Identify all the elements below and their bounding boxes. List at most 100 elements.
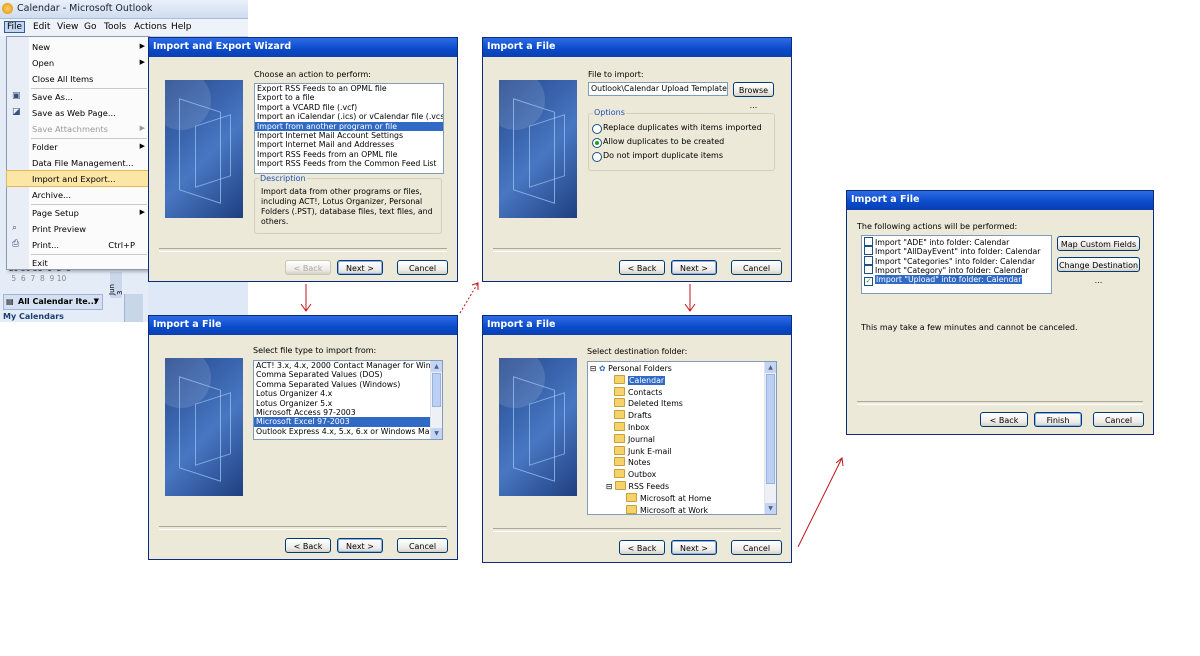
- cancel-button[interactable]: Cancel: [397, 260, 448, 275]
- import-action-item[interactable]: Import "Categories" into folder: Calenda…: [862, 255, 1051, 266]
- menu-item-save-as[interactable]: ▣ Save As...: [7, 89, 149, 104]
- scroll-down-icon[interactable]: ▼: [765, 503, 776, 514]
- next-button[interactable]: Next >: [671, 260, 717, 275]
- file-type-item[interactable]: Lotus Organizer 5.x: [254, 399, 430, 408]
- scroll-thumb[interactable]: [766, 374, 775, 484]
- menu-item-close-all-items[interactable]: Close All Items: [7, 71, 149, 86]
- folder-tree-scrollbar[interactable]: ▲ ▼: [764, 362, 776, 514]
- folder-tree-item[interactable]: Inbox: [590, 421, 764, 434]
- folder-tree-item[interactable]: Microsoft at Home: [590, 492, 764, 505]
- action-list-item[interactable]: Export to a file: [255, 93, 443, 102]
- no-duplicates-radio[interactable]: [592, 152, 602, 162]
- action-list-item[interactable]: Import Internet Mail and Addresses: [255, 140, 443, 149]
- menu-file[interactable]: File: [4, 21, 26, 33]
- action-checkbox[interactable]: [864, 246, 873, 256]
- replace-duplicates-radio[interactable]: [592, 124, 602, 134]
- cancel-button[interactable]: Cancel: [397, 538, 448, 553]
- import-action-item[interactable]: Import "ADE" into folder: Calendar: [862, 237, 1051, 247]
- tree-root-personal-folders[interactable]: ⊟ ✿ Personal Folders: [590, 364, 764, 375]
- finish-button[interactable]: Finish: [1034, 412, 1082, 427]
- folder-tree-item[interactable]: Outbox: [590, 469, 764, 481]
- menu-item-new[interactable]: New ▶: [7, 39, 149, 54]
- menu-item-data-file-management[interactable]: Data File Management...: [7, 155, 149, 170]
- allow-duplicates-radio[interactable]: [592, 138, 602, 148]
- action-list[interactable]: Export RSS Feeds to an OPML file Export t…: [254, 83, 444, 174]
- folder-tree-item[interactable]: Contacts: [590, 386, 764, 399]
- menu-item-page-setup[interactable]: Page Setup ▶: [7, 205, 149, 220]
- import-action-item[interactable]: ✓ Import "Upload" into folder: Calendar: [862, 274, 1051, 286]
- menu-help[interactable]: Help: [171, 22, 192, 32]
- browse-button[interactable]: Browse ...: [733, 82, 774, 110]
- action-list-item[interactable]: Import a VCARD file (.vcf): [255, 103, 443, 112]
- scroll-thumb[interactable]: [432, 373, 441, 407]
- back-button[interactable]: < Back: [285, 260, 331, 275]
- menu-item-print-preview[interactable]: ⌕ Print Preview: [7, 221, 149, 236]
- menu-view[interactable]: View: [57, 22, 78, 32]
- folder-tree-item[interactable]: Journal: [590, 433, 764, 446]
- menu-go[interactable]: Go: [84, 22, 96, 32]
- back-button[interactable]: < Back: [619, 260, 665, 275]
- import-action-item[interactable]: Import "Category" into folder: Calendar: [862, 265, 1051, 275]
- file-type-item[interactable]: ACT! 3.x, 4.x, 2000 Contact Manager for …: [254, 361, 442, 370]
- menu-item-open[interactable]: Open ▶: [7, 55, 149, 70]
- menu-item-import-and-export[interactable]: Import and Export...: [6, 170, 150, 187]
- folder-tree-item[interactable]: Notes: [590, 457, 764, 469]
- change-destination-button[interactable]: Change Destination ...: [1057, 257, 1140, 285]
- cancel-button[interactable]: Cancel: [1093, 412, 1144, 427]
- cancel-button[interactable]: Cancel: [731, 260, 782, 275]
- back-button[interactable]: < Back: [285, 538, 331, 553]
- file-type-item[interactable]: Comma Separated Values (DOS): [254, 370, 430, 379]
- folder-tree-item[interactable]: ⊟ RSS Feeds: [590, 480, 764, 493]
- map-custom-fields-button[interactable]: Map Custom Fields ...: [1057, 236, 1140, 264]
- file-type-item[interactable]: Lotus Organizer 4.x: [254, 389, 430, 398]
- collapse-icon[interactable]: ⊟: [606, 482, 613, 491]
- file-type-item[interactable]: Microsoft Excel 97-2003: [254, 417, 430, 427]
- back-button[interactable]: < Back: [619, 540, 665, 555]
- file-path-input[interactable]: Outlook\Calendar Upload Template.xls: [588, 82, 728, 96]
- collapse-icon[interactable]: ⊟: [590, 364, 597, 373]
- menu-item-archive[interactable]: Archive...: [7, 187, 149, 202]
- menu-item-folder[interactable]: Folder ▶: [7, 139, 149, 154]
- my-calendars-heading[interactable]: My Calendars: [3, 312, 64, 321]
- menu-item-save-as-web-page[interactable]: ◪ Save as Web Page...: [7, 105, 149, 120]
- menu-item-print[interactable]: ⎙ Print... Ctrl+P: [7, 237, 149, 252]
- folder-tree-item[interactable]: Junk E-mail: [590, 445, 764, 458]
- file-type-item[interactable]: Outlook Express 4.x, 5.x, 6.x or Windows…: [254, 427, 434, 436]
- file-type-list[interactable]: ACT! 3.x, 4.x, 2000 Contact Manager for …: [253, 360, 443, 440]
- file-type-scrollbar[interactable]: ▲ ▼: [430, 361, 442, 439]
- file-type-item[interactable]: Microsoft Access 97-2003: [254, 408, 430, 417]
- date-row[interactable]: 5 6 7 8 9 10: [9, 274, 71, 284]
- import-actions-list[interactable]: Import "ADE" into folder: Calendar Import…: [861, 235, 1052, 294]
- action-checkbox[interactable]: ✓: [864, 276, 873, 286]
- scroll-down-icon[interactable]: ▼: [431, 428, 442, 439]
- menu-item-exit[interactable]: Exit: [7, 255, 149, 270]
- cancel-button[interactable]: Cancel: [731, 540, 782, 555]
- folder-tree-item[interactable]: Microsoft at Work: [590, 504, 764, 514]
- next-button[interactable]: Next >: [337, 260, 383, 275]
- scroll-up-icon[interactable]: ▲: [431, 361, 442, 372]
- menu-edit[interactable]: Edit: [33, 22, 50, 32]
- folder-tree[interactable]: ⊟ ✿ Personal Folders Calendar Contacts Del…: [587, 361, 777, 515]
- menu-actions[interactable]: Actions: [134, 22, 167, 32]
- action-list-item[interactable]: Import RSS Feeds from an OPML file: [255, 150, 443, 159]
- action-checkbox[interactable]: [864, 265, 873, 275]
- folder-tree-item[interactable]: Drafts: [590, 410, 764, 422]
- import-action-item[interactable]: Import "AllDayEvent" into folder: Calend…: [862, 246, 1051, 256]
- pane-scrollbar[interactable]: [124, 294, 143, 322]
- action-checkbox[interactable]: [864, 255, 873, 265]
- next-button[interactable]: Next >: [337, 538, 383, 553]
- action-list-item[interactable]: Import an iCalendar (.ics) or vCalendar …: [255, 112, 443, 121]
- all-calendar-items-dropdown[interactable]: ▤ All Calendar Ite... ▼: [3, 294, 103, 310]
- folder-tree-item[interactable]: Deleted Items: [590, 398, 764, 410]
- scroll-up-icon[interactable]: ▲: [765, 362, 776, 373]
- folder-tree-item[interactable]: Calendar: [590, 374, 764, 387]
- action-checkbox[interactable]: [864, 237, 873, 246]
- menu-tools[interactable]: Tools: [104, 22, 126, 32]
- action-list-item[interactable]: Import RSS Feeds from the Common Feed Li…: [255, 159, 443, 168]
- action-list-item[interactable]: Export RSS Feeds to an OPML file: [255, 84, 443, 93]
- action-list-item[interactable]: Import from another program or file: [255, 121, 443, 131]
- next-button[interactable]: Next >: [671, 540, 717, 555]
- action-list-item[interactable]: Import Internet Mail Account Settings: [255, 131, 443, 140]
- back-button[interactable]: < Back: [980, 412, 1028, 427]
- file-type-item[interactable]: Comma Separated Values (Windows): [254, 380, 430, 389]
